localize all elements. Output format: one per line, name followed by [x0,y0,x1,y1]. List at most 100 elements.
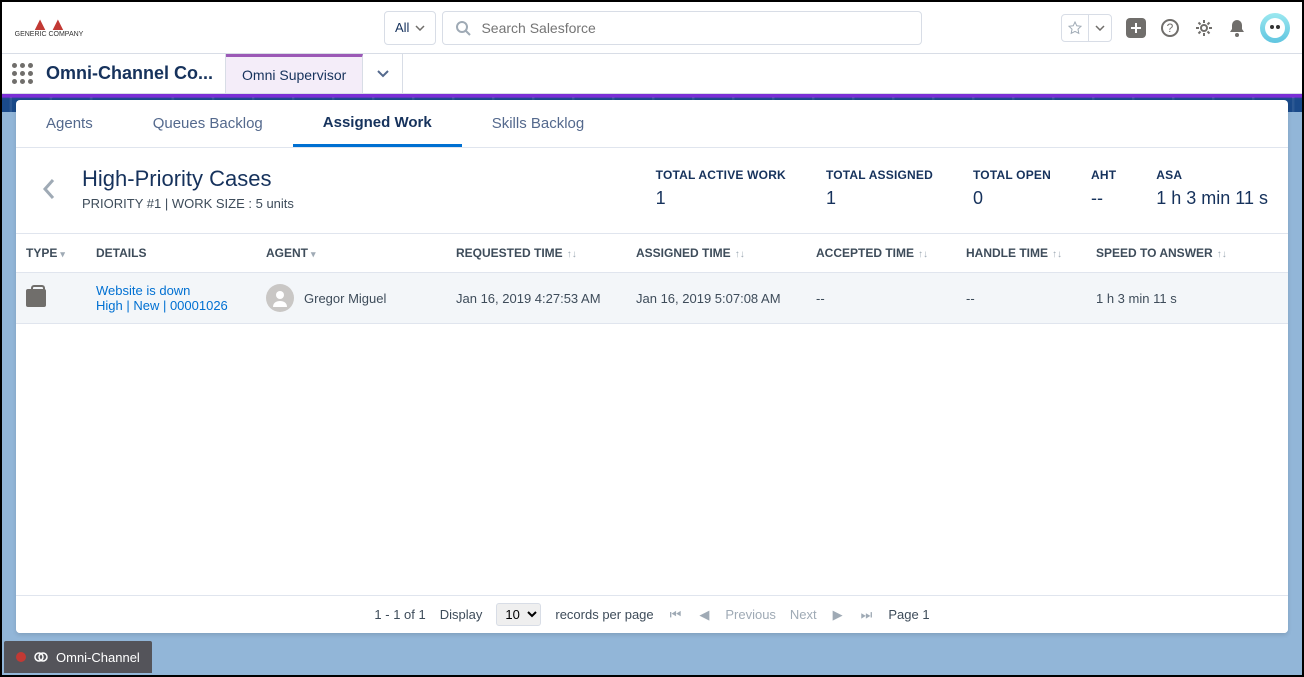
page-title-block: High-Priority Cases PRIORITY #1 | WORK S… [82,166,294,211]
company-logo: ▲▲ GENERIC COMPANY [14,13,84,43]
prev-page-icon[interactable]: ◀ [697,607,711,623]
metric-total-active: TOTAL ACTIVE WORK 1 [656,168,786,209]
tab-agents[interactable]: Agents [16,100,123,147]
star-icon[interactable] [1062,15,1089,41]
col-handle[interactable]: HANDLE TIME↑↓ [956,234,1086,273]
case-meta-link[interactable]: High | New | 00001026 [96,298,246,313]
add-icon[interactable] [1126,18,1146,38]
utility-label: Omni-Channel [56,650,140,665]
col-details[interactable]: DETAILS [86,234,256,273]
header-actions: ? [1061,13,1290,43]
favorites-group[interactable] [1061,14,1112,42]
metric-value: 0 [973,188,1051,209]
filter-icon: ▾ [311,249,316,259]
agent-avatar [266,284,294,312]
col-accepted[interactable]: ACCEPTED TIME ↑↓ [806,234,956,273]
cell-requested: Jan 16, 2019 4:27:53 AM [446,273,626,324]
metric-aht: AHT -- [1091,168,1116,209]
back-button[interactable] [36,178,62,200]
app-launcher[interactable] [2,63,42,84]
global-header: ▲▲ GENERIC COMPANY All ? [2,2,1302,54]
metric-value: 1 [656,188,786,209]
pager-display-label: Display [440,607,483,622]
cell-accepted: -- [806,273,956,324]
chevron-down-icon[interactable] [1089,15,1111,41]
logo-text: GENERIC COMPANY [15,31,84,38]
tab-label: Agents [46,115,93,132]
col-label: DETAILS [96,246,146,260]
col-agent[interactable]: AGENT▾ [256,234,446,273]
chevron-left-icon [42,178,56,200]
metric-asa: ASA 1 h 3 min 11 s [1156,168,1268,209]
metric-total-assigned: TOTAL ASSIGNED1 [826,168,933,209]
last-page-icon[interactable]: ⏭ [859,607,875,623]
records-per-page-select[interactable]: 10 [496,603,541,626]
cell-handle: -- [956,273,1086,324]
sort-icon: ↑↓ [1217,249,1227,260]
first-page-icon[interactable]: ⏮ [668,607,684,623]
tab-omni-supervisor[interactable]: Omni Supervisor [226,54,363,93]
cell-speed: 1 h 3 min 11 s [1086,273,1288,324]
sort-icon: ↑↓ [1052,249,1062,260]
metric-label: TOTAL OPEN [973,168,1051,182]
gear-icon[interactable] [1194,18,1214,38]
metric-value: -- [1091,188,1116,209]
case-subject-link[interactable]: Website is down [96,283,246,298]
col-label: TYPE [26,246,57,260]
omni-channel-utility[interactable]: Omni-Channel [4,641,152,673]
tab-skills-backlog[interactable]: Skills Backlog [462,100,615,147]
search-box[interactable] [442,11,922,45]
search-scope-label: All [395,20,409,35]
col-label: SPEED TO ANSWER [1096,246,1213,260]
table-row[interactable]: Website is down High | New | 00001026 Gr… [16,273,1288,324]
global-search: All [384,11,922,45]
app-name: Omni-Channel Co... [42,54,226,93]
prev-label[interactable]: Previous [725,607,776,622]
sort-icon: ↑↓ [735,249,745,260]
cell-agent: Gregor Miguel [256,273,446,324]
col-type[interactable]: TYPE▾ [16,234,86,273]
chevron-down-icon [415,25,425,31]
next-label[interactable]: Next [790,607,817,622]
metric-total-open: TOTAL OPEN 0 [973,168,1051,209]
cell-type [16,273,86,324]
page-indicator: Page 1 [888,607,929,622]
search-input[interactable] [481,20,909,36]
metric-label: AHT [1091,168,1116,182]
tab-menu-chevron[interactable] [363,54,403,93]
pager-range: 1 - 1 of 1 [374,607,425,622]
sort-icon: ↑↓ [567,249,577,260]
app-nav-bar: Omni-Channel Co... Omni Supervisor [2,54,1302,94]
col-label: REQUESTED TIME [456,246,563,260]
metric-label: ASA [1156,168,1268,182]
user-avatar[interactable] [1260,13,1290,43]
tab-queues-backlog[interactable]: Queues Backlog [123,100,293,147]
help-icon[interactable]: ? [1160,18,1180,38]
tab-label: Assigned Work [323,114,432,131]
bell-icon[interactable] [1228,18,1246,38]
tab-label: Skills Backlog [492,115,585,132]
filter-icon: ▾ [60,249,65,259]
status-dot-icon [16,652,26,662]
col-assigned[interactable]: ASSIGNED TIME↑↓ [626,234,806,273]
person-icon [271,289,289,307]
metric-label: TOTAL ACTIVE WORK [656,168,786,182]
supervisor-tabs: Agents Queues Backlog Assigned Work Skil… [16,100,1288,148]
search-icon [455,20,471,36]
next-page-icon[interactable]: ▶ [831,607,845,623]
tab-assigned-work[interactable]: Assigned Work [293,100,462,147]
svg-text:?: ? [1167,21,1174,35]
queue-subtitle: PRIORITY #1 | WORK SIZE : 5 units [82,196,294,211]
astro-avatar-icon [1264,17,1286,39]
metric-value: 1 h 3 min 11 s [1156,188,1268,209]
work-table: TYPE▾ DETAILS AGENT▾ REQUESTED TIME↑↓ AS… [16,234,1288,324]
col-label: AGENT [266,246,308,260]
col-label: ACCEPTED TIME [816,246,914,260]
col-speed[interactable]: SPEED TO ANSWER ↑↓ [1086,234,1288,273]
agent-name: Gregor Miguel [304,291,386,306]
sort-icon: ↑↓ [918,249,928,260]
tab-label: Queues Backlog [153,115,263,132]
case-icon [26,289,46,307]
col-requested[interactable]: REQUESTED TIME ↑↓ [446,234,626,273]
search-scope-dropdown[interactable]: All [384,11,436,45]
